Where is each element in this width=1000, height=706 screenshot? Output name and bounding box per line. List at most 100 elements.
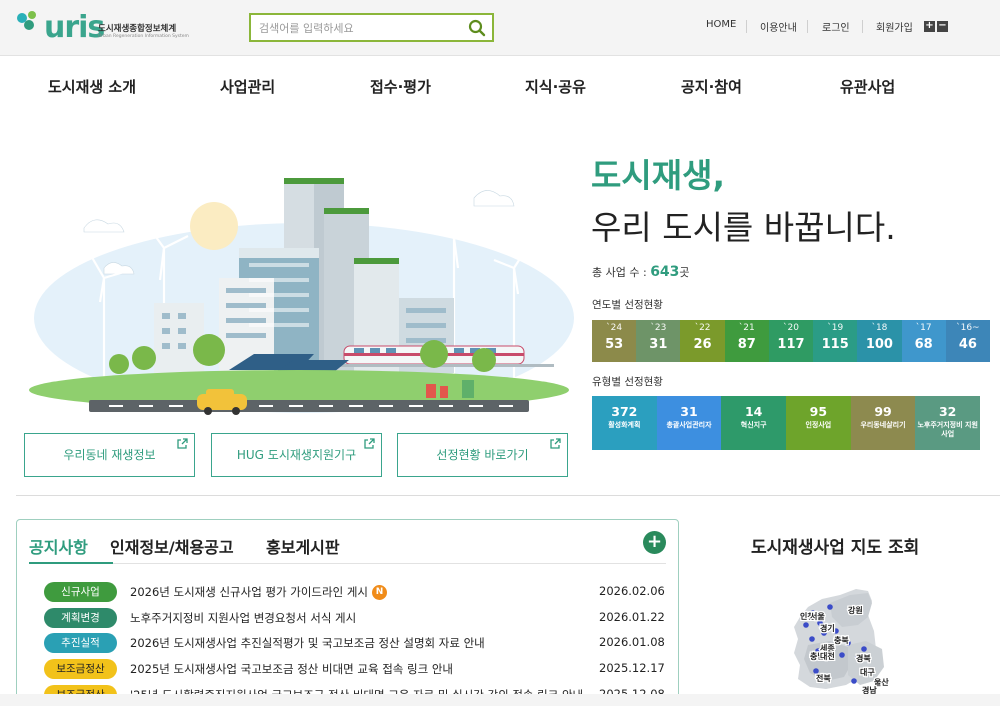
notice-date: 2026.01.22: [599, 610, 665, 624]
util-signup-link[interactable]: 회원가입: [876, 19, 913, 35]
search-box: [249, 13, 494, 42]
year-stat-value: 100: [865, 337, 893, 352]
map-marker[interactable]: [851, 678, 857, 684]
util-guide-link[interactable]: 이용안내: [760, 19, 797, 35]
logo-wordmark: uris: [44, 10, 105, 45]
map-region-label: 대전: [820, 651, 835, 661]
util-home-link[interactable]: HOME: [706, 19, 736, 35]
external-link-icon: [364, 438, 375, 449]
total-projects: 총 사업 수 : 643곳: [592, 264, 690, 280]
site-logo[interactable]: uris 도시재생종합정보체계 Urban Regeneration Infor…: [17, 8, 189, 48]
nav-item-related[interactable]: 유관사업: [840, 76, 895, 97]
tab-notice[interactable]: 공지사항: [29, 534, 88, 558]
search-icon[interactable]: [467, 18, 487, 38]
map-marker[interactable]: [861, 646, 867, 652]
year-stat-value: 117: [777, 337, 805, 352]
type-stat-value: 32: [938, 404, 957, 419]
year-stat-value: 53: [605, 337, 624, 352]
category-badge: 신규사업: [44, 582, 117, 602]
type-stat-cell[interactable]: 99 우리동네살리기: [850, 396, 916, 450]
year-stat-cell[interactable]: `19 115: [813, 320, 858, 362]
map-region-label: 대구: [860, 667, 875, 677]
nav-item-project[interactable]: 사업관리: [220, 76, 275, 97]
type-stat-name: 인정사업: [805, 421, 832, 429]
year-stat-cell[interactable]: `22 26: [680, 320, 725, 362]
year-stat-value: 115: [821, 337, 849, 352]
notice-row[interactable]: 추진실적 2026년 도시재생사업 추진실적평가 및 국고보조금 정산 설명회 자…: [44, 633, 684, 655]
quick-link-label: 우리동네 재생정보: [63, 448, 156, 462]
notice-title-text: 노후주거지정비 지원사업 변경요청서 서식 게시: [130, 611, 357, 625]
year-stat-cell[interactable]: `17 68: [901, 320, 946, 362]
year-stat-value: 31: [649, 337, 668, 352]
logo-title-ko: 도시재생종합정보체계: [98, 24, 177, 34]
year-stat-cell[interactable]: `24 53: [592, 320, 637, 362]
notice-board: 공지사항 인재정보/채용공고 홍보게시판 + 신규사업 2026년 도시재생 신규…: [16, 519, 679, 706]
type-stat-value: 95: [809, 404, 828, 419]
quick-link-selection[interactable]: 선정현황 바로가기: [397, 433, 568, 477]
map-region-label: 강원: [848, 605, 863, 615]
notice-title[interactable]: 노후주거지정비 지원사업 변경요청서 서식 게시: [130, 610, 356, 626]
type-stat-cell[interactable]: 14 혁신지구: [721, 396, 787, 450]
nav-item-intro[interactable]: 도시재생 소개: [48, 76, 136, 97]
quick-link-label: HUG 도시재생지원기구: [236, 448, 357, 462]
year-stat-value: 26: [693, 337, 712, 352]
nav-item-notice[interactable]: 공지·참여: [681, 76, 742, 97]
map-marker[interactable]: [827, 604, 833, 610]
year-stat-cell[interactable]: `16~ 46: [945, 320, 990, 362]
year-stat-cell[interactable]: `18 100: [857, 320, 902, 362]
type-stat-cell[interactable]: 372 활성화계획: [592, 396, 657, 450]
search-input[interactable]: [259, 18, 459, 38]
year-stat-cell[interactable]: `23 31: [636, 320, 681, 362]
type-stat-name: 혁신지구: [740, 421, 767, 429]
year-stat-year: `16~: [956, 323, 980, 333]
year-stat-year: `17: [915, 323, 932, 333]
notice-title[interactable]: 2026년 도시재생 신규사업 평가 가이드라인 게시 N: [130, 584, 387, 600]
year-stats-label: 연도별 선정현황: [592, 299, 663, 311]
util-login-link[interactable]: 로그인: [822, 19, 850, 35]
map-marker[interactable]: [813, 668, 819, 674]
notice-row[interactable]: 보조금정산 2025년 도시재생사업 국고보조금 정산 비대면 교육 접속 링크 …: [44, 659, 684, 681]
quick-link-hug[interactable]: HUG 도시재생지원기구: [211, 433, 382, 477]
map-title: 도시재생사업 지도 조회: [751, 538, 920, 558]
zoom-out-button[interactable]: −: [937, 21, 948, 32]
notice-title-text: 2026년 도시재생사업 추진실적평가 및 국고보조금 정산 설명회 자료 안내: [130, 636, 485, 650]
tab-promo[interactable]: 홍보게시판: [266, 534, 340, 558]
type-stat-cell[interactable]: 31 총괄사업관리자: [656, 396, 722, 450]
external-link-icon: [550, 438, 561, 449]
quick-link-local-info[interactable]: 우리동네 재생정보: [24, 433, 195, 477]
notice-row[interactable]: 신규사업 2026년 도시재생 신규사업 평가 가이드라인 게시 N 2026.02.…: [44, 582, 684, 604]
notice-title[interactable]: 2025년 도시재생사업 국고보조금 정산 비대면 교육 접속 링크 안내: [130, 661, 453, 677]
new-badge-icon: N: [371, 585, 387, 600]
year-stat-cell[interactable]: `20 117: [768, 320, 814, 362]
tab-recruit[interactable]: 인재정보/채용공고: [110, 534, 234, 558]
total-label: 총 사업 수 :: [592, 266, 651, 279]
notice-date: 2026.01.08: [599, 635, 665, 649]
notice-title[interactable]: 2026년 도시재생사업 추진실적평가 및 국고보조금 정산 설명회 자료 안내: [130, 635, 485, 651]
year-stat-year: `23: [650, 323, 667, 333]
type-stat-name: 노후주거지정비 지원사업: [917, 421, 978, 438]
map-marker[interactable]: [809, 636, 815, 642]
nav-item-knowledge[interactable]: 지식·공유: [525, 76, 586, 97]
map-marker[interactable]: [803, 622, 809, 628]
nav-item-apply[interactable]: 접수·평가: [370, 76, 431, 97]
year-stat-year: `19: [827, 323, 844, 333]
type-stats-row: 372 활성화계획 31 총괄사업관리자 14 혁신지구 95 인정사업 99 우리동네살리기 32…: [592, 396, 981, 450]
type-stat-cell[interactable]: 95 인정사업: [786, 396, 851, 450]
year-stat-value: 46: [958, 337, 977, 352]
logo-title-en: Urban Regeneration Information System: [98, 34, 189, 39]
notice-date: 2025.12.17: [599, 661, 665, 675]
type-stat-cell[interactable]: 32 노후주거지정비 지원사업: [915, 396, 981, 450]
type-stat-value: 31: [680, 404, 698, 419]
type-stat-value: 99: [874, 404, 892, 419]
notice-date: 2026.02.06: [599, 584, 665, 598]
more-button[interactable]: +: [643, 531, 666, 554]
korea-map[interactable]: 인천서울경기강원충북세종충남대전 경북대구울산전북경남: [778, 585, 908, 706]
map-region-label: 충북: [834, 635, 849, 645]
year-stat-year: `22: [694, 323, 711, 333]
notice-row[interactable]: 계획변경 노후주거지정비 지원사업 변경요청서 서식 게시 2026.01.22: [44, 608, 684, 630]
map-marker[interactable]: [839, 652, 845, 658]
year-stat-cell[interactable]: `21 87: [724, 320, 769, 362]
external-link-icon: [177, 438, 188, 449]
util-divider: [807, 20, 808, 33]
zoom-in-button[interactable]: +: [924, 21, 935, 32]
